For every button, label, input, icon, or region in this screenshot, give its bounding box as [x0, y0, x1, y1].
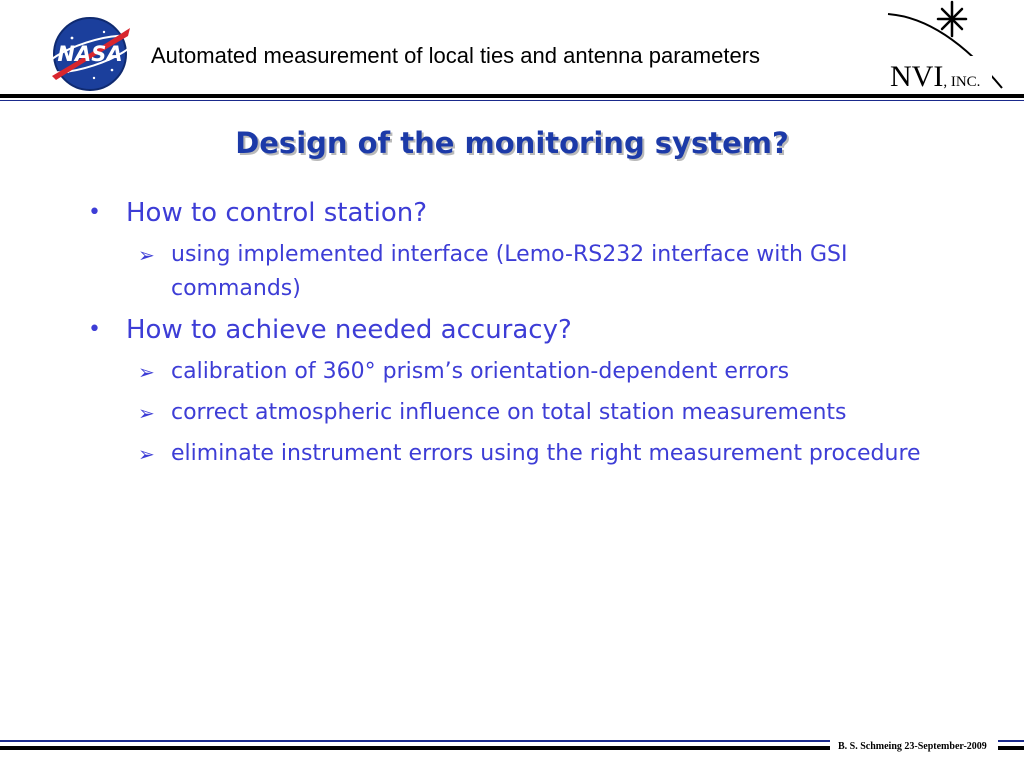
nvi-logo-text: NVI, INC.: [890, 60, 980, 94]
bullet-text: How to achieve needed accuracy?: [126, 315, 572, 345]
footer-author-date: B. S. Schmeing 23-September-2009: [838, 741, 987, 752]
bullet-dot-icon: •: [88, 317, 101, 342]
bullet-item: • How to control station?: [88, 196, 968, 230]
nasa-logo-icon: NASA: [45, 17, 135, 91]
header-divider: [0, 94, 1024, 98]
arrow-bullet-icon: ➢: [138, 401, 155, 425]
header-title: Automated measurement of local ties and …: [151, 43, 761, 68]
svg-text:NASA: NASA: [57, 42, 122, 66]
nvi-logo-name: NVI: [890, 60, 944, 93]
footer-divider-thin-right: [998, 740, 1024, 742]
footer-divider-right: [998, 746, 1024, 750]
nvi-logo-suffix: , INC.: [943, 74, 981, 90]
sub-bullet-text: using implemented interface (Lemo-RS232 …: [171, 242, 848, 301]
sub-bullet-item: ➢ using implemented interface (Lemo-RS23…: [138, 238, 968, 306]
bullet-item: • How to achieve needed accuracy?: [88, 313, 968, 347]
bullet-text: How to control station?: [126, 198, 428, 228]
bullet-dot-icon: •: [88, 200, 101, 225]
sub-bullet-text: eliminate instrument errors using the ri…: [171, 441, 921, 466]
arrow-bullet-icon: ➢: [138, 243, 155, 267]
arrow-bullet-icon: ➢: [138, 442, 155, 466]
sub-bullet-item: ➢ correct atmospheric influence on total…: [138, 396, 968, 430]
footer-divider: [0, 746, 830, 750]
slide-title: Design of the monitoring system?: [235, 126, 789, 160]
sub-bullet-item: ➢ eliminate instrument errors using the …: [138, 437, 968, 471]
arrow-bullet-icon: ➢: [138, 360, 155, 384]
slide-content: • How to control station? ➢ using implem…: [88, 196, 968, 478]
sub-bullet-text: calibration of 360° prism’s orientation-…: [171, 359, 790, 384]
sub-bullet-item: ➢ calibration of 360° prism’s orientatio…: [138, 355, 968, 389]
footer-divider-thin: [0, 740, 830, 742]
header-divider-thin: [0, 100, 1024, 101]
sub-bullet-text: correct atmospheric influence on total s…: [171, 400, 847, 425]
